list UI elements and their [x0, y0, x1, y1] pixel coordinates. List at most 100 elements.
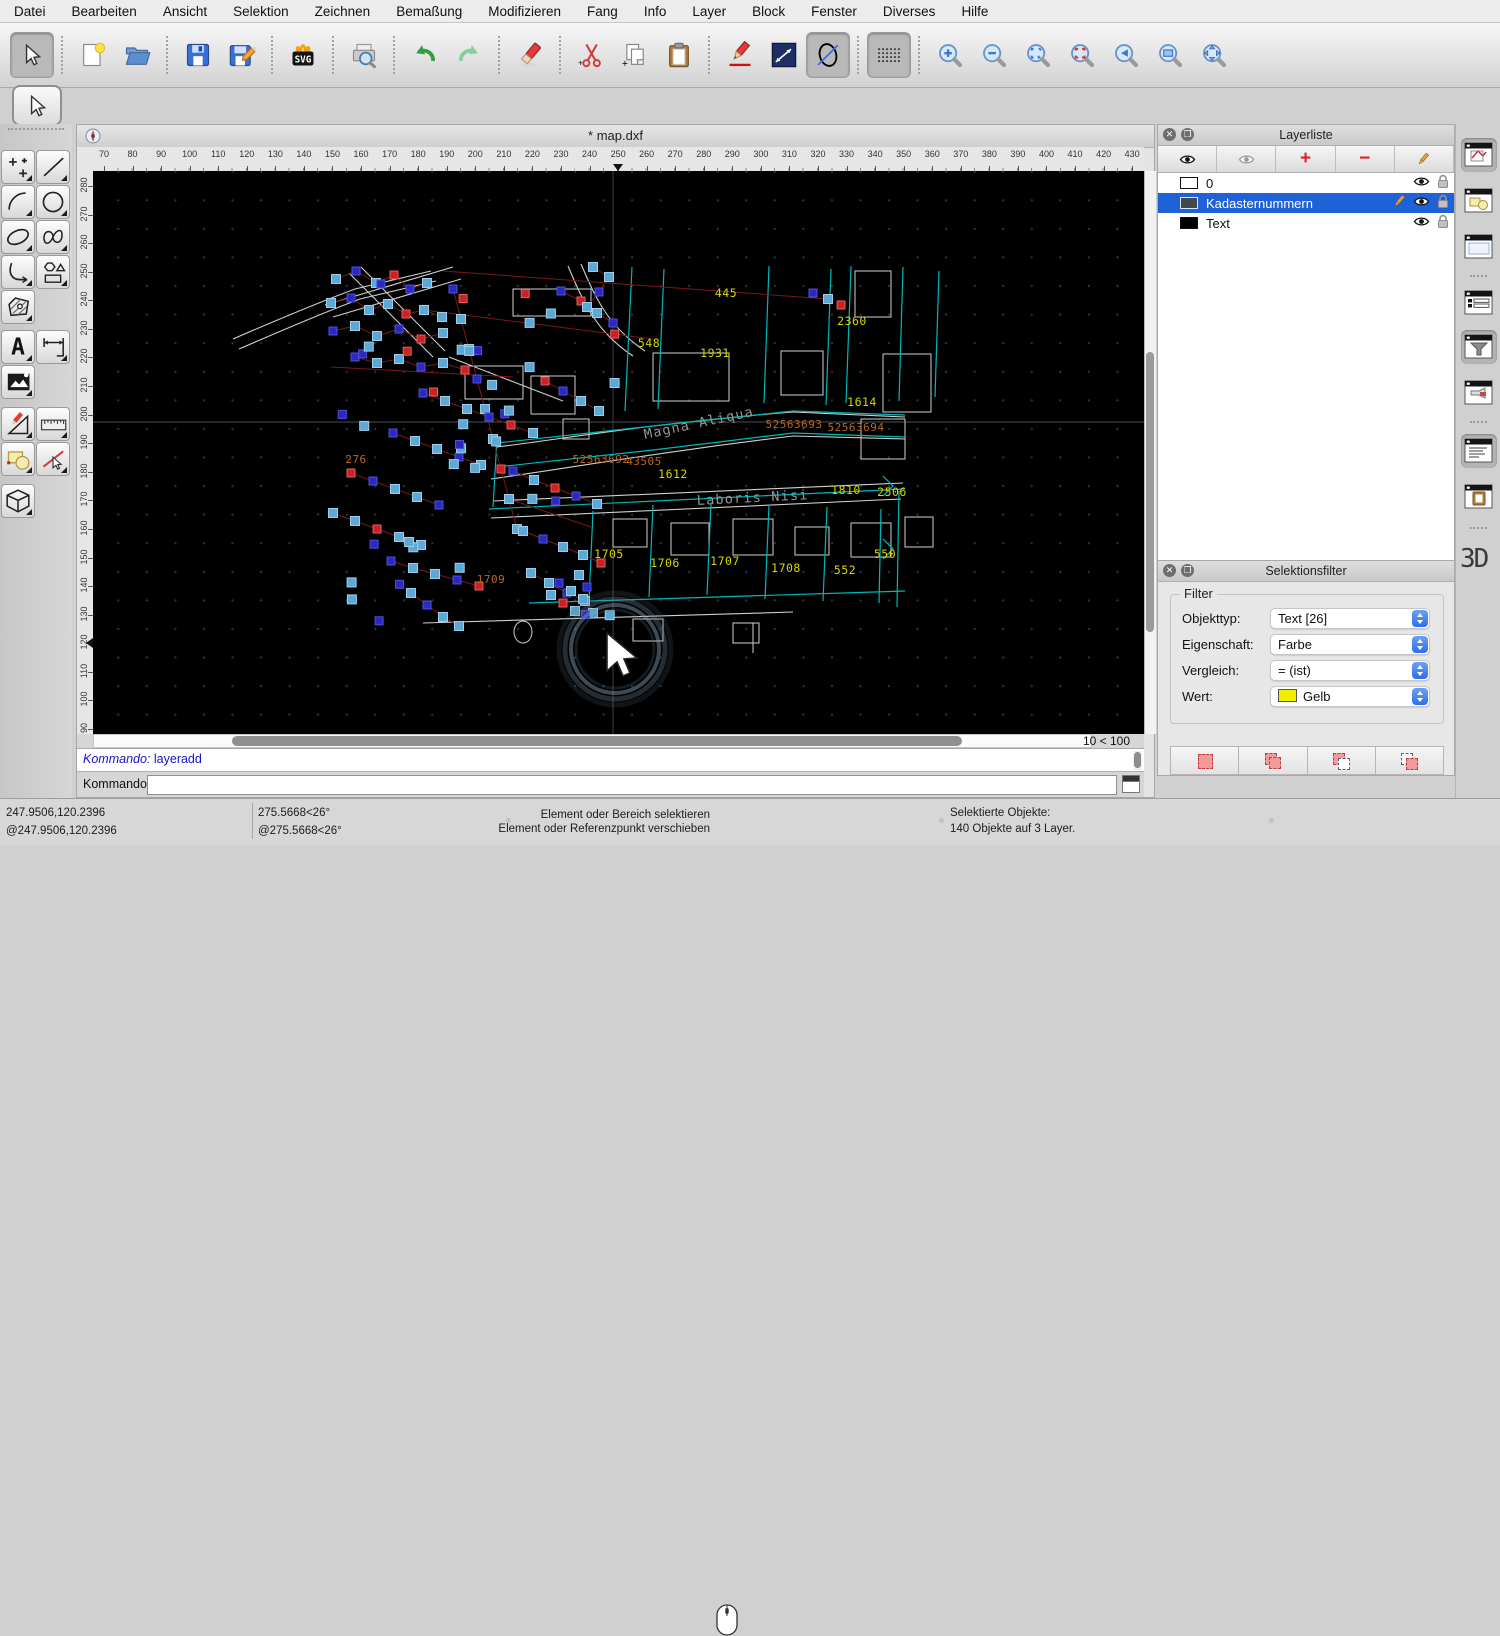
- points-tool-button[interactable]: [1, 150, 35, 184]
- layer-edit-icon[interactable]: [1392, 194, 1407, 212]
- filter-property-dropdown[interactable]: Farbe: [1270, 634, 1430, 655]
- text-tool-button[interactable]: A: [1, 330, 35, 364]
- 3d-label[interactable]: 3D: [1460, 544, 1487, 574]
- drawing-canvas[interactable]: 4452360548193116141612181025061705170617…: [93, 171, 1144, 734]
- menu-block[interactable]: Block: [752, 4, 785, 19]
- save-as-button[interactable]: [220, 32, 264, 78]
- layer-row-kadasternummern[interactable]: Kadasternummern: [1158, 193, 1454, 213]
- menu-modifizieren[interactable]: Modifizieren: [488, 4, 561, 19]
- layer-lock-icon[interactable]: [1436, 174, 1450, 192]
- block-tool-button[interactable]: [1, 442, 35, 476]
- image-tool-button[interactable]: [1, 365, 35, 399]
- layer-row-0[interactable]: 0: [1158, 173, 1454, 193]
- layer-visibility-icon[interactable]: [1413, 215, 1430, 231]
- ellipse-tool-button[interactable]: [806, 32, 850, 78]
- toggle-view-list-button[interactable]: [1461, 230, 1497, 264]
- menu-fang[interactable]: Fang: [587, 4, 618, 19]
- toggle-library-browser-button[interactable]: [1461, 376, 1497, 410]
- dimension-tool-button[interactable]: [36, 330, 70, 364]
- zoom-selection-button[interactable]: [1060, 32, 1104, 78]
- shape-tool-button[interactable]: [36, 255, 70, 289]
- toggle-clipboard-panel-button[interactable]: [1461, 480, 1497, 514]
- line-tool-button[interactable]: [36, 150, 70, 184]
- delete-button[interactable]: [508, 32, 552, 78]
- copy-button[interactable]: +: [613, 32, 657, 78]
- layer-lock-icon[interactable]: [1436, 214, 1450, 232]
- remove-layer-button[interactable]: −: [1336, 146, 1395, 172]
- toggle-block-list-button[interactable]: [1461, 184, 1497, 218]
- grid-toggle-button[interactable]: [867, 32, 911, 78]
- add-layer-button[interactable]: +: [1276, 146, 1335, 172]
- pointer-tool-button[interactable]: [10, 32, 54, 78]
- menu-bearbeiten[interactable]: Bearbeiten: [72, 4, 137, 19]
- layer-row-text[interactable]: Text: [1158, 213, 1454, 233]
- filter-remove-from-selection-button[interactable]: [1308, 747, 1376, 774]
- ellipse-tool-button[interactable]: [1, 220, 35, 254]
- spline-tool-button[interactable]: [36, 220, 70, 254]
- arc-tool-button[interactable]: [1, 185, 35, 219]
- print-preview-button[interactable]: [342, 32, 386, 78]
- hide-all-layers-button[interactable]: [1217, 146, 1276, 172]
- divide-tool-button[interactable]: [36, 442, 70, 476]
- modify-tool-button[interactable]: [1, 407, 35, 441]
- palette-drag-handle[interactable]: [8, 128, 64, 138]
- zoom-in-button[interactable]: [928, 32, 972, 78]
- edit-layer-button[interactable]: [1395, 146, 1454, 172]
- hatch-tool-button[interactable]: [1, 290, 35, 324]
- circle-tool-button[interactable]: [36, 185, 70, 219]
- cut-button[interactable]: +: [569, 32, 613, 78]
- draw-pencil-button[interactable]: [718, 32, 762, 78]
- menu-fenster[interactable]: Fenster: [811, 4, 857, 19]
- filter-intersect-selection-button[interactable]: [1376, 747, 1443, 774]
- float-panel-icon[interactable]: ❐: [1181, 564, 1194, 577]
- layer-visibility-icon[interactable]: [1413, 175, 1430, 191]
- menu-bemaung[interactable]: Bemaßung: [396, 4, 462, 19]
- open-file-button[interactable]: [115, 32, 159, 78]
- undo-button[interactable]: [403, 32, 447, 78]
- new-file-button[interactable]: [71, 32, 115, 78]
- zoom-window-button[interactable]: [1148, 32, 1192, 78]
- history-scrollbar[interactable]: [1133, 751, 1142, 770]
- toggle-command-line-button[interactable]: [1461, 434, 1497, 468]
- polyline-tool-button[interactable]: [1, 255, 35, 289]
- document-title-bar[interactable]: * map.dxf: [77, 125, 1154, 148]
- filter-value-dropdown[interactable]: Gelb: [1270, 686, 1430, 707]
- menu-selektion[interactable]: Selektion: [233, 4, 289, 19]
- menu-hilfe[interactable]: Hilfe: [961, 4, 988, 19]
- layer-lock-icon[interactable]: [1436, 194, 1450, 212]
- canvas-horizontal-scrollbar[interactable]: [93, 734, 1092, 748]
- zoom-out-button[interactable]: [972, 32, 1016, 78]
- menu-info[interactable]: Info: [644, 4, 667, 19]
- pan-button[interactable]: [1192, 32, 1236, 78]
- command-window-toggle-button[interactable]: [1122, 775, 1140, 793]
- close-icon[interactable]: ✕: [1163, 128, 1176, 141]
- filter-add-to-selection-button[interactable]: [1239, 747, 1307, 774]
- menu-diverses[interactable]: Diverses: [883, 4, 936, 19]
- layer-visibility-icon[interactable]: [1413, 195, 1430, 211]
- show-all-layers-button[interactable]: [1158, 146, 1217, 172]
- menu-layer[interactable]: Layer: [692, 4, 726, 19]
- auto-zoom-button[interactable]: [1016, 32, 1060, 78]
- menu-zeichnen[interactable]: Zeichnen: [315, 4, 371, 19]
- canvas-vertical-scrollbar[interactable]: [1144, 171, 1156, 734]
- line-tool-button[interactable]: [762, 32, 806, 78]
- paste-button[interactable]: [657, 32, 701, 78]
- menu-datei[interactable]: Datei: [14, 4, 46, 19]
- toggle-property-editor-button[interactable]: [1461, 138, 1497, 172]
- previous-view-button[interactable]: [1104, 32, 1148, 78]
- close-icon[interactable]: ✕: [1163, 564, 1176, 577]
- selection-tool-button[interactable]: [12, 85, 62, 126]
- view-3d-tool-button[interactable]: [1, 484, 35, 518]
- measure-tool-button[interactable]: [36, 407, 70, 441]
- filter-comparison-dropdown[interactable]: = (ist): [1270, 660, 1430, 681]
- menu-ansicht[interactable]: Ansicht: [163, 4, 207, 19]
- toggle-selection-filter-button[interactable]: [1461, 330, 1497, 364]
- filter-replace-selection-button[interactable]: [1171, 747, 1239, 774]
- save-button[interactable]: [176, 32, 220, 78]
- toggle-layer-list-button[interactable]: [1461, 286, 1497, 320]
- svg-export-button[interactable]: SVG: [281, 32, 325, 78]
- filter-object-type-dropdown[interactable]: Text [26]: [1270, 608, 1430, 629]
- command-input[interactable]: [147, 775, 1117, 795]
- redo-button[interactable]: [447, 32, 491, 78]
- float-panel-icon[interactable]: ❐: [1181, 128, 1194, 141]
